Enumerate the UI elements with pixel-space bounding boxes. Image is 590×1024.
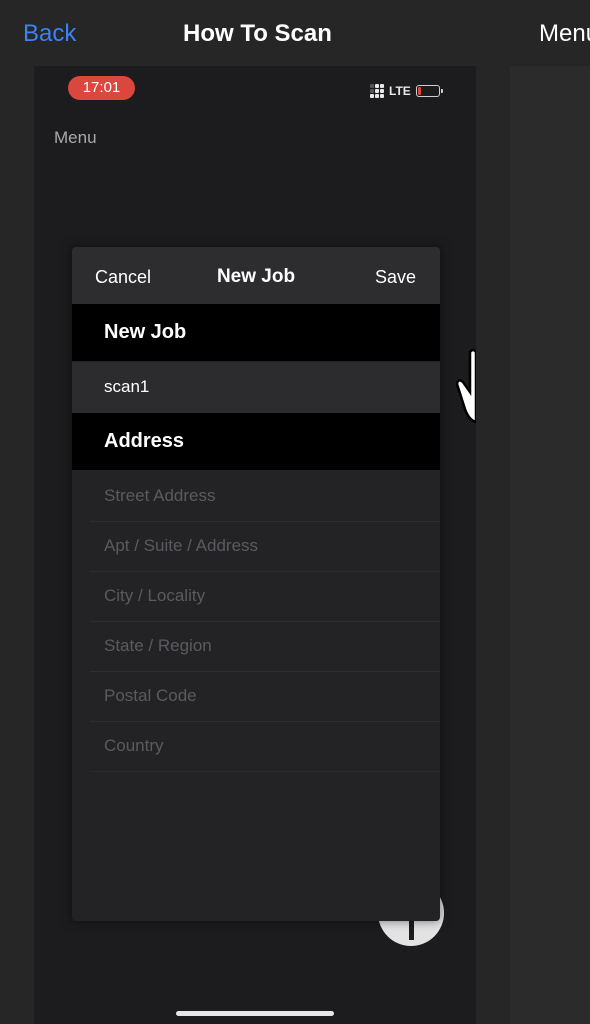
job-section-label: New Job bbox=[104, 321, 187, 343]
phone-screenshot: 17:01 LTE Menu Cancel New Job Save New J… bbox=[34, 66, 476, 1024]
street-address-input[interactable] bbox=[104, 483, 424, 509]
status-time: 17:01 bbox=[68, 76, 135, 100]
city-row bbox=[90, 571, 440, 622]
city-input[interactable] bbox=[104, 583, 424, 609]
state-row bbox=[90, 621, 440, 672]
home-indicator[interactable] bbox=[176, 1011, 334, 1016]
address-section-header: Address bbox=[72, 413, 440, 470]
page-title: How To Scan bbox=[183, 20, 332, 47]
job-name-value: scan1 bbox=[104, 377, 150, 396]
new-job-modal: Cancel New Job Save New Job scan1 Addres… bbox=[72, 247, 440, 921]
modal-header: Cancel New Job Save bbox=[72, 247, 440, 304]
country-row bbox=[90, 721, 440, 772]
network-label: LTE bbox=[389, 84, 411, 98]
status-bar-indicators: LTE bbox=[370, 83, 443, 99]
job-name-field[interactable]: scan1 bbox=[72, 362, 440, 413]
menu-button[interactable]: Menu bbox=[539, 20, 590, 48]
job-section-header: New Job bbox=[72, 304, 440, 361]
street-address-row bbox=[90, 471, 440, 522]
phone-menu-button[interactable]: Menu bbox=[54, 128, 97, 148]
apt-suite-row bbox=[90, 521, 440, 572]
tutorial-screen: Back How To Scan Menu 17:01 LTE Menu Can… bbox=[0, 0, 590, 1024]
state-input[interactable] bbox=[104, 633, 424, 659]
battery-icon bbox=[415, 85, 443, 97]
hand-pointer-icon bbox=[455, 348, 476, 424]
plus-icon bbox=[409, 920, 414, 940]
address-section-label: Address bbox=[104, 430, 185, 452]
country-input[interactable] bbox=[104, 733, 424, 759]
back-button[interactable]: Back bbox=[23, 20, 76, 48]
postal-code-row bbox=[90, 671, 440, 722]
postal-code-input[interactable] bbox=[104, 683, 424, 709]
apt-suite-input[interactable] bbox=[104, 533, 424, 559]
signal-icon bbox=[370, 84, 384, 98]
side-panel bbox=[510, 66, 590, 1024]
save-button[interactable]: Save bbox=[375, 267, 416, 288]
